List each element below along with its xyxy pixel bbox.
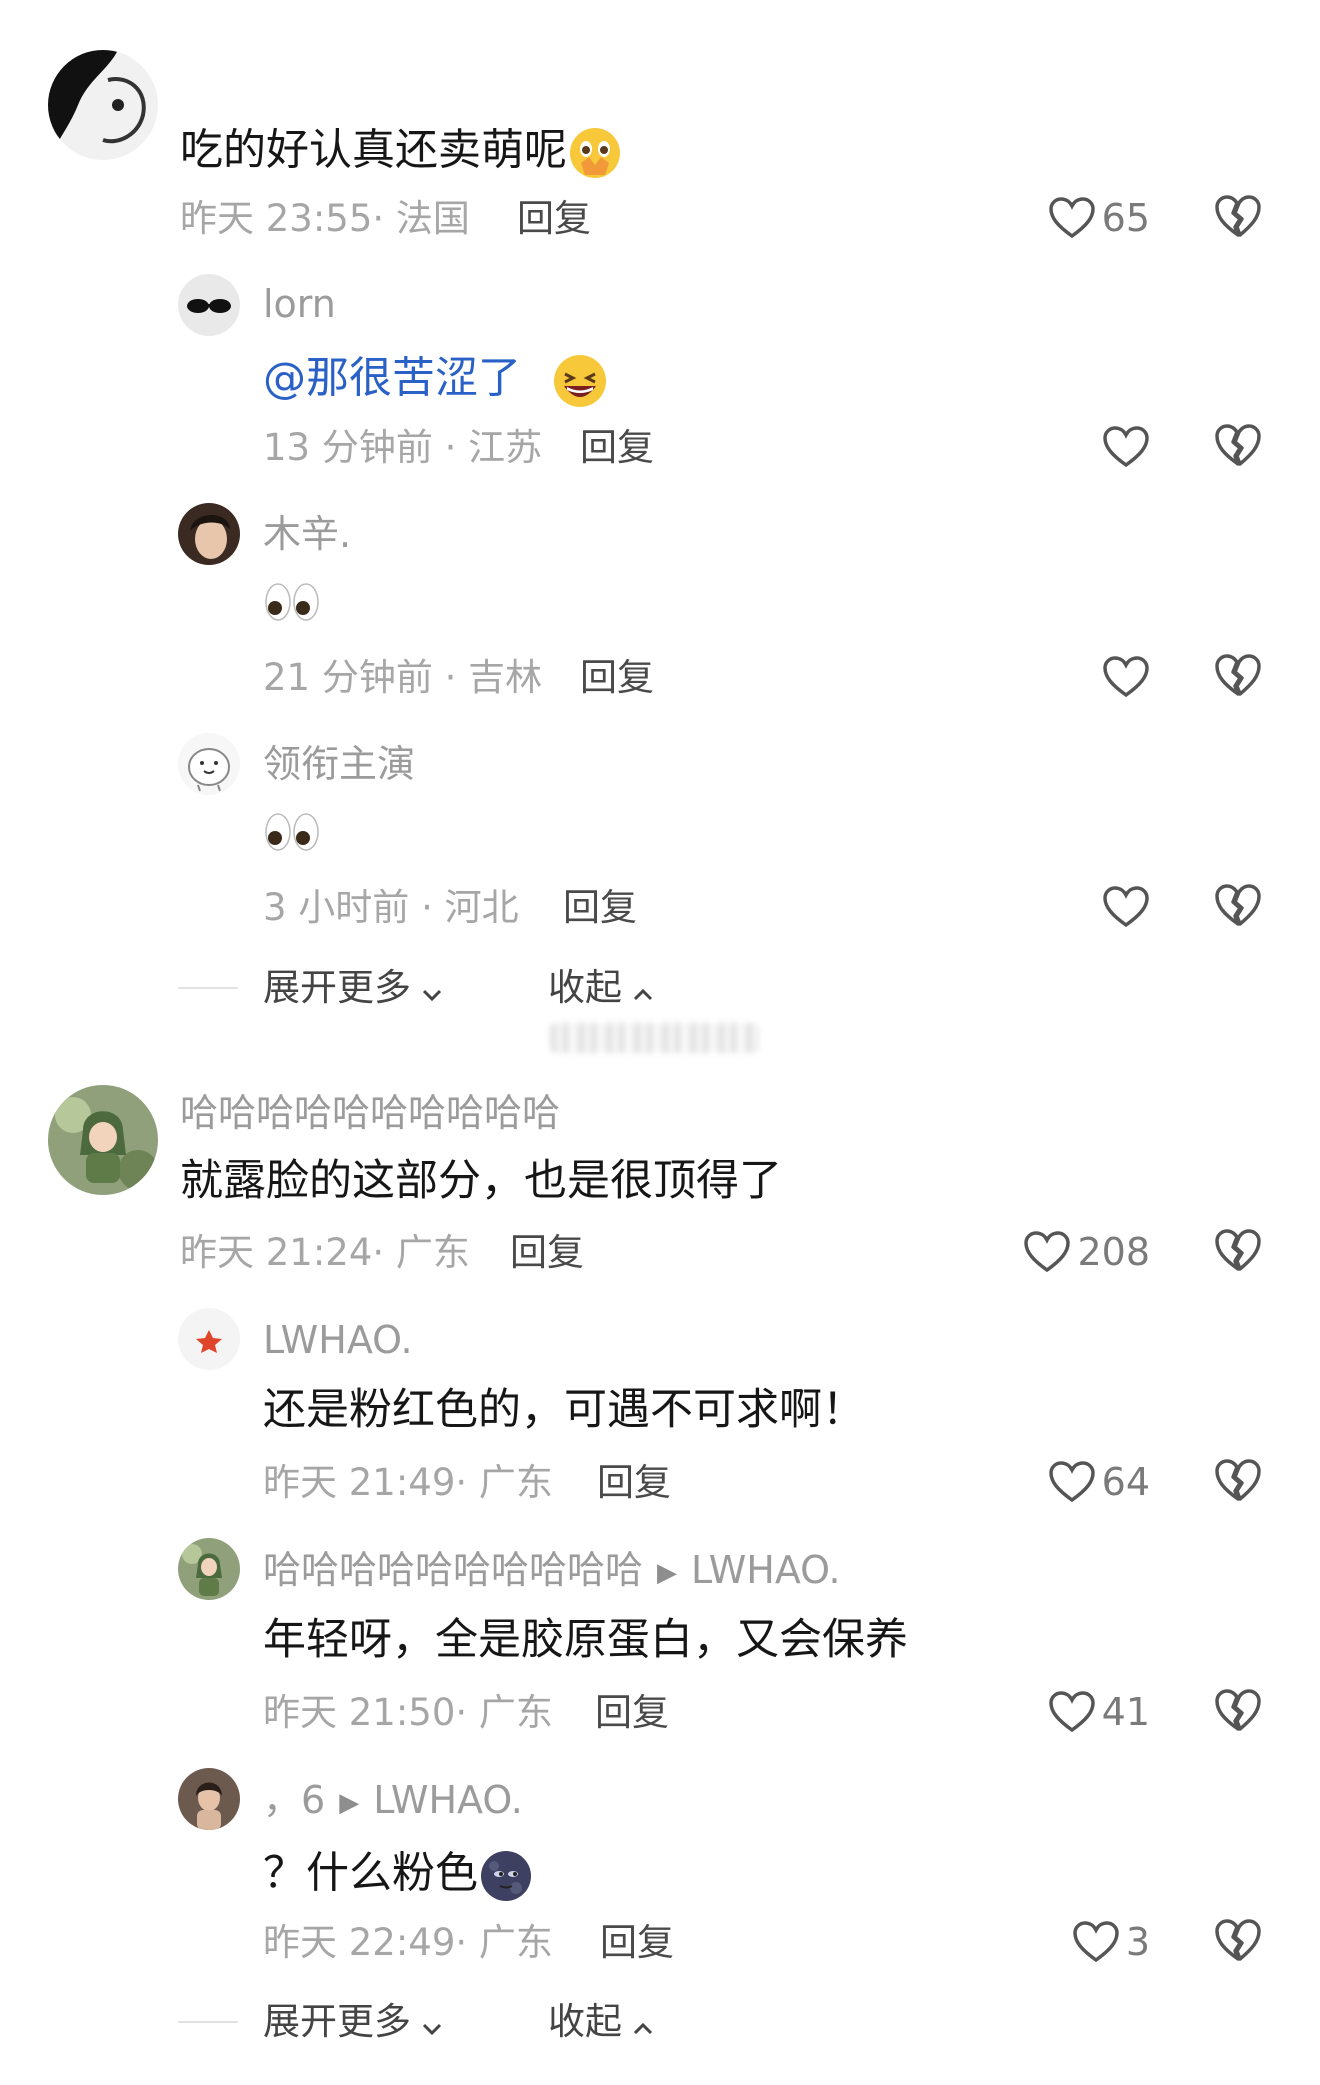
reply-text: 还是粉红色的，可遇不可求啊！	[263, 1385, 865, 1435]
heart-icon	[1103, 886, 1149, 928]
like-count: 41	[1101, 1690, 1150, 1734]
like-count: 3	[1125, 1920, 1150, 1964]
blurred-overlay	[550, 1023, 760, 1053]
reply-username: 哈哈哈哈哈哈哈哈哈哈 ▶ LWHAO.	[263, 1551, 841, 1589]
new-moon-face-emoji	[478, 1848, 534, 1904]
reply-button[interactable]: 回复	[597, 1464, 671, 1501]
reply-meta: 昨天 21:50· 广东	[263, 1691, 553, 1734]
heart-icon	[1048, 1691, 1095, 1733]
like-button[interactable]: 65	[1030, 193, 1150, 243]
like-count: 208	[1077, 1230, 1150, 1274]
avatar[interactable]	[48, 1085, 158, 1195]
divider	[178, 2021, 238, 2023]
dislike-button[interactable]	[1214, 1457, 1262, 1503]
broken-heart-icon	[1215, 1229, 1261, 1271]
like-button[interactable]	[1094, 652, 1150, 702]
dislike-button[interactable]	[1214, 193, 1262, 239]
broken-heart-icon	[1215, 884, 1261, 926]
reply-meta: 21 分钟前 · 吉林	[263, 656, 543, 699]
chevron-up-icon	[630, 2011, 656, 2037]
heart-icon	[1103, 426, 1149, 468]
reply-button[interactable]: 回复	[600, 1924, 674, 1961]
expand-more-button[interactable]: 展开更多	[263, 969, 445, 1006]
reply-text	[263, 808, 321, 854]
avatar[interactable]	[48, 50, 158, 160]
comment-text: 吃的好认真还卖萌呢	[180, 125, 623, 181]
like-count: 64	[1101, 1460, 1150, 1504]
pleading-face-emoji	[567, 125, 623, 181]
heart-icon	[1048, 1461, 1095, 1503]
like-count: 65	[1101, 196, 1150, 240]
like-button[interactable]: 208	[1010, 1227, 1150, 1277]
heart-icon	[1073, 1921, 1119, 1963]
heart-icon	[1103, 656, 1149, 698]
reply-text: 年轻呀，全是胶原蛋白，又会保养	[263, 1615, 908, 1665]
avatar[interactable]	[178, 503, 240, 565]
reply-username[interactable]: LWHAO.	[263, 1321, 413, 1359]
grinning-squint-emoji	[551, 352, 609, 410]
dislike-button[interactable]	[1214, 1917, 1262, 1963]
dislike-button[interactable]	[1214, 652, 1262, 698]
reply-text	[263, 578, 321, 624]
broken-heart-icon	[1215, 654, 1261, 696]
dislike-button[interactable]	[1214, 422, 1262, 468]
reply-to-arrow-icon: ▶	[657, 1557, 678, 1588]
reply-author[interactable]: 哈哈哈哈哈哈哈哈哈哈	[263, 1548, 643, 1592]
reply-button[interactable]: 回复	[580, 429, 654, 466]
comment-text: 就露脸的这部分，也是很顶得了	[180, 1156, 782, 1206]
reply-username: ，6 ▶ LWHAO.	[263, 1781, 523, 1819]
like-button[interactable]: 3	[1050, 1917, 1150, 1967]
reply-username[interactable]: 领衔主演	[263, 745, 415, 783]
heart-icon	[1048, 197, 1095, 239]
avatar[interactable]	[178, 1308, 240, 1370]
chevron-up-icon	[630, 977, 656, 1003]
reply-meta: 昨天 22:49· 广东	[263, 1921, 553, 1964]
reply-meta: 昨天 21:49· 广东	[263, 1461, 553, 1504]
divider	[178, 987, 238, 989]
avatar[interactable]	[178, 1768, 240, 1830]
dislike-button[interactable]	[1214, 1227, 1262, 1273]
eyes-emoji	[263, 580, 321, 624]
like-button[interactable]: 41	[1030, 1687, 1150, 1737]
expand-more-button[interactable]: 展开更多	[263, 2003, 445, 2040]
broken-heart-icon	[1215, 1689, 1261, 1731]
reply-button[interactable]: 回复	[580, 659, 654, 696]
broken-heart-icon	[1215, 195, 1261, 237]
comment-username[interactable]: 哈哈哈哈哈哈哈哈哈哈	[180, 1094, 560, 1132]
reply-to-arrow-icon: ▶	[339, 1787, 360, 1818]
broken-heart-icon	[1215, 1459, 1261, 1501]
reply-author[interactable]: ，6	[263, 1778, 325, 1822]
like-button[interactable]	[1094, 422, 1150, 472]
reply-username[interactable]: lorn	[263, 285, 336, 323]
collapse-button[interactable]: 收起	[548, 2003, 656, 2040]
mention-link[interactable]: @那很苦涩了	[263, 354, 521, 404]
comment-meta: 昨天 23:55· 法国	[180, 197, 470, 240]
heart-icon	[1024, 1231, 1071, 1273]
reply-button[interactable]: 回复	[517, 200, 591, 237]
reply-to-user[interactable]: LWHAO.	[373, 1778, 523, 1822]
reply-text: @那很苦涩了	[263, 352, 609, 410]
reply-username[interactable]: 木辛.	[263, 515, 351, 553]
chevron-down-icon	[419, 2011, 445, 2037]
reply-to-user[interactable]: LWHAO.	[691, 1548, 841, 1592]
reply-button[interactable]: 回复	[595, 1694, 669, 1731]
broken-heart-icon	[1215, 1919, 1261, 1961]
avatar[interactable]	[178, 1538, 240, 1600]
reply-text: ？什么粉色	[263, 1848, 534, 1904]
eyes-emoji	[263, 810, 321, 854]
collapse-button[interactable]: 收起	[548, 969, 656, 1006]
comment-meta: 昨天 21:24· 广东	[180, 1231, 470, 1274]
broken-heart-icon	[1215, 424, 1261, 466]
reply-meta: 3 小时前 · 河北	[263, 886, 519, 929]
dislike-button[interactable]	[1214, 882, 1262, 928]
reply-button[interactable]: 回复	[510, 1234, 584, 1271]
like-button[interactable]: 64	[1030, 1457, 1150, 1507]
avatar[interactable]	[178, 274, 240, 336]
dislike-button[interactable]	[1214, 1687, 1262, 1733]
chevron-down-icon	[419, 977, 445, 1003]
like-button[interactable]	[1094, 882, 1150, 932]
reply-meta: 13 分钟前 · 江苏	[263, 426, 543, 469]
reply-button[interactable]: 回复	[563, 889, 637, 926]
avatar[interactable]	[178, 733, 240, 795]
